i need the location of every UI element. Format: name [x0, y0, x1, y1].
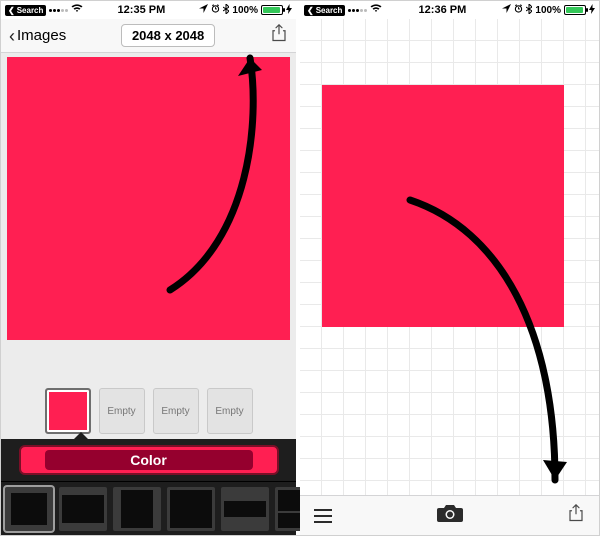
swatch-3[interactable]: Empty — [153, 388, 199, 434]
clock: 12:36 PM — [419, 4, 467, 16]
signal-strength-icon — [348, 9, 367, 12]
chevron-left-icon: ❮ — [8, 6, 15, 15]
status-bar: ❮ Search 12:35 PM — [1, 1, 296, 19]
artwork-square[interactable] — [322, 85, 564, 327]
color-button[interactable]: Color — [19, 445, 279, 475]
swatch-2[interactable]: Empty — [99, 388, 145, 434]
phone-right: ❮ Search 12:36 PM — [300, 1, 599, 535]
nav-bar: ‹ Images 2048 x 2048 — [1, 19, 296, 53]
share-button[interactable] — [270, 24, 288, 47]
swatch-4[interactable]: Empty — [207, 388, 253, 434]
swatch-row: Empty Empty Empty — [1, 381, 296, 439]
canvas-area[interactable] — [1, 53, 296, 381]
color-bar: Color — [1, 439, 296, 481]
signal-strength-icon — [49, 9, 68, 12]
share-button[interactable] — [567, 504, 585, 527]
wifi-icon — [71, 4, 83, 16]
bottom-toolbar — [300, 495, 599, 535]
swatch-3-label: Empty — [161, 406, 189, 417]
chevron-left-icon: ‹ — [9, 27, 15, 45]
back-button[interactable]: ‹ Images — [9, 27, 66, 45]
alarm-icon — [514, 4, 523, 16]
battery-icon — [261, 5, 283, 15]
chevron-left-icon: ❮ — [307, 6, 314, 15]
camera-button[interactable] — [437, 504, 463, 527]
battery-pct: 100% — [232, 5, 258, 16]
charging-icon — [589, 4, 595, 17]
search-chip-label: Search — [316, 6, 343, 15]
swatch-pointer-icon — [73, 432, 89, 440]
share-icon — [270, 24, 288, 42]
template-5[interactable] — [221, 487, 269, 531]
swatch-4-label: Empty — [215, 406, 243, 417]
camera-icon — [437, 504, 463, 522]
template-strip[interactable] — [1, 481, 296, 535]
template-3[interactable] — [113, 487, 161, 531]
charging-icon — [286, 4, 292, 17]
battery-icon — [564, 5, 586, 15]
template-1[interactable] — [5, 487, 53, 531]
alarm-icon — [211, 4, 220, 16]
bluetooth-icon — [526, 4, 532, 17]
menu-button[interactable] — [314, 509, 332, 523]
back-label: Images — [17, 27, 66, 44]
swatch-2-label: Empty — [107, 406, 135, 417]
navigation-icon — [502, 4, 511, 16]
bluetooth-icon — [223, 4, 229, 17]
breadcrumb-search-chip[interactable]: ❮ Search — [5, 5, 46, 16]
color-square — [7, 57, 290, 340]
template-4[interactable] — [167, 487, 215, 531]
swatch-1[interactable] — [45, 388, 91, 434]
wifi-icon — [370, 4, 382, 16]
color-button-label: Color — [130, 452, 167, 468]
share-icon — [567, 504, 585, 522]
clock: 12:35 PM — [118, 4, 166, 16]
menu-icon — [314, 509, 332, 511]
battery-pct: 100% — [535, 5, 561, 16]
dimensions-button[interactable]: 2048 x 2048 — [121, 24, 215, 47]
grid-canvas[interactable] — [300, 19, 599, 495]
navigation-icon — [199, 4, 208, 16]
status-bar: ❮ Search 12:36 PM — [300, 1, 599, 19]
phone-left: ❮ Search 12:35 PM — [1, 1, 300, 535]
breadcrumb-search-chip[interactable]: ❮ Search — [304, 5, 345, 16]
screenshot-pair: ❮ Search 12:35 PM — [0, 0, 600, 536]
search-chip-label: Search — [17, 6, 44, 15]
template-2[interactable] — [59, 487, 107, 531]
